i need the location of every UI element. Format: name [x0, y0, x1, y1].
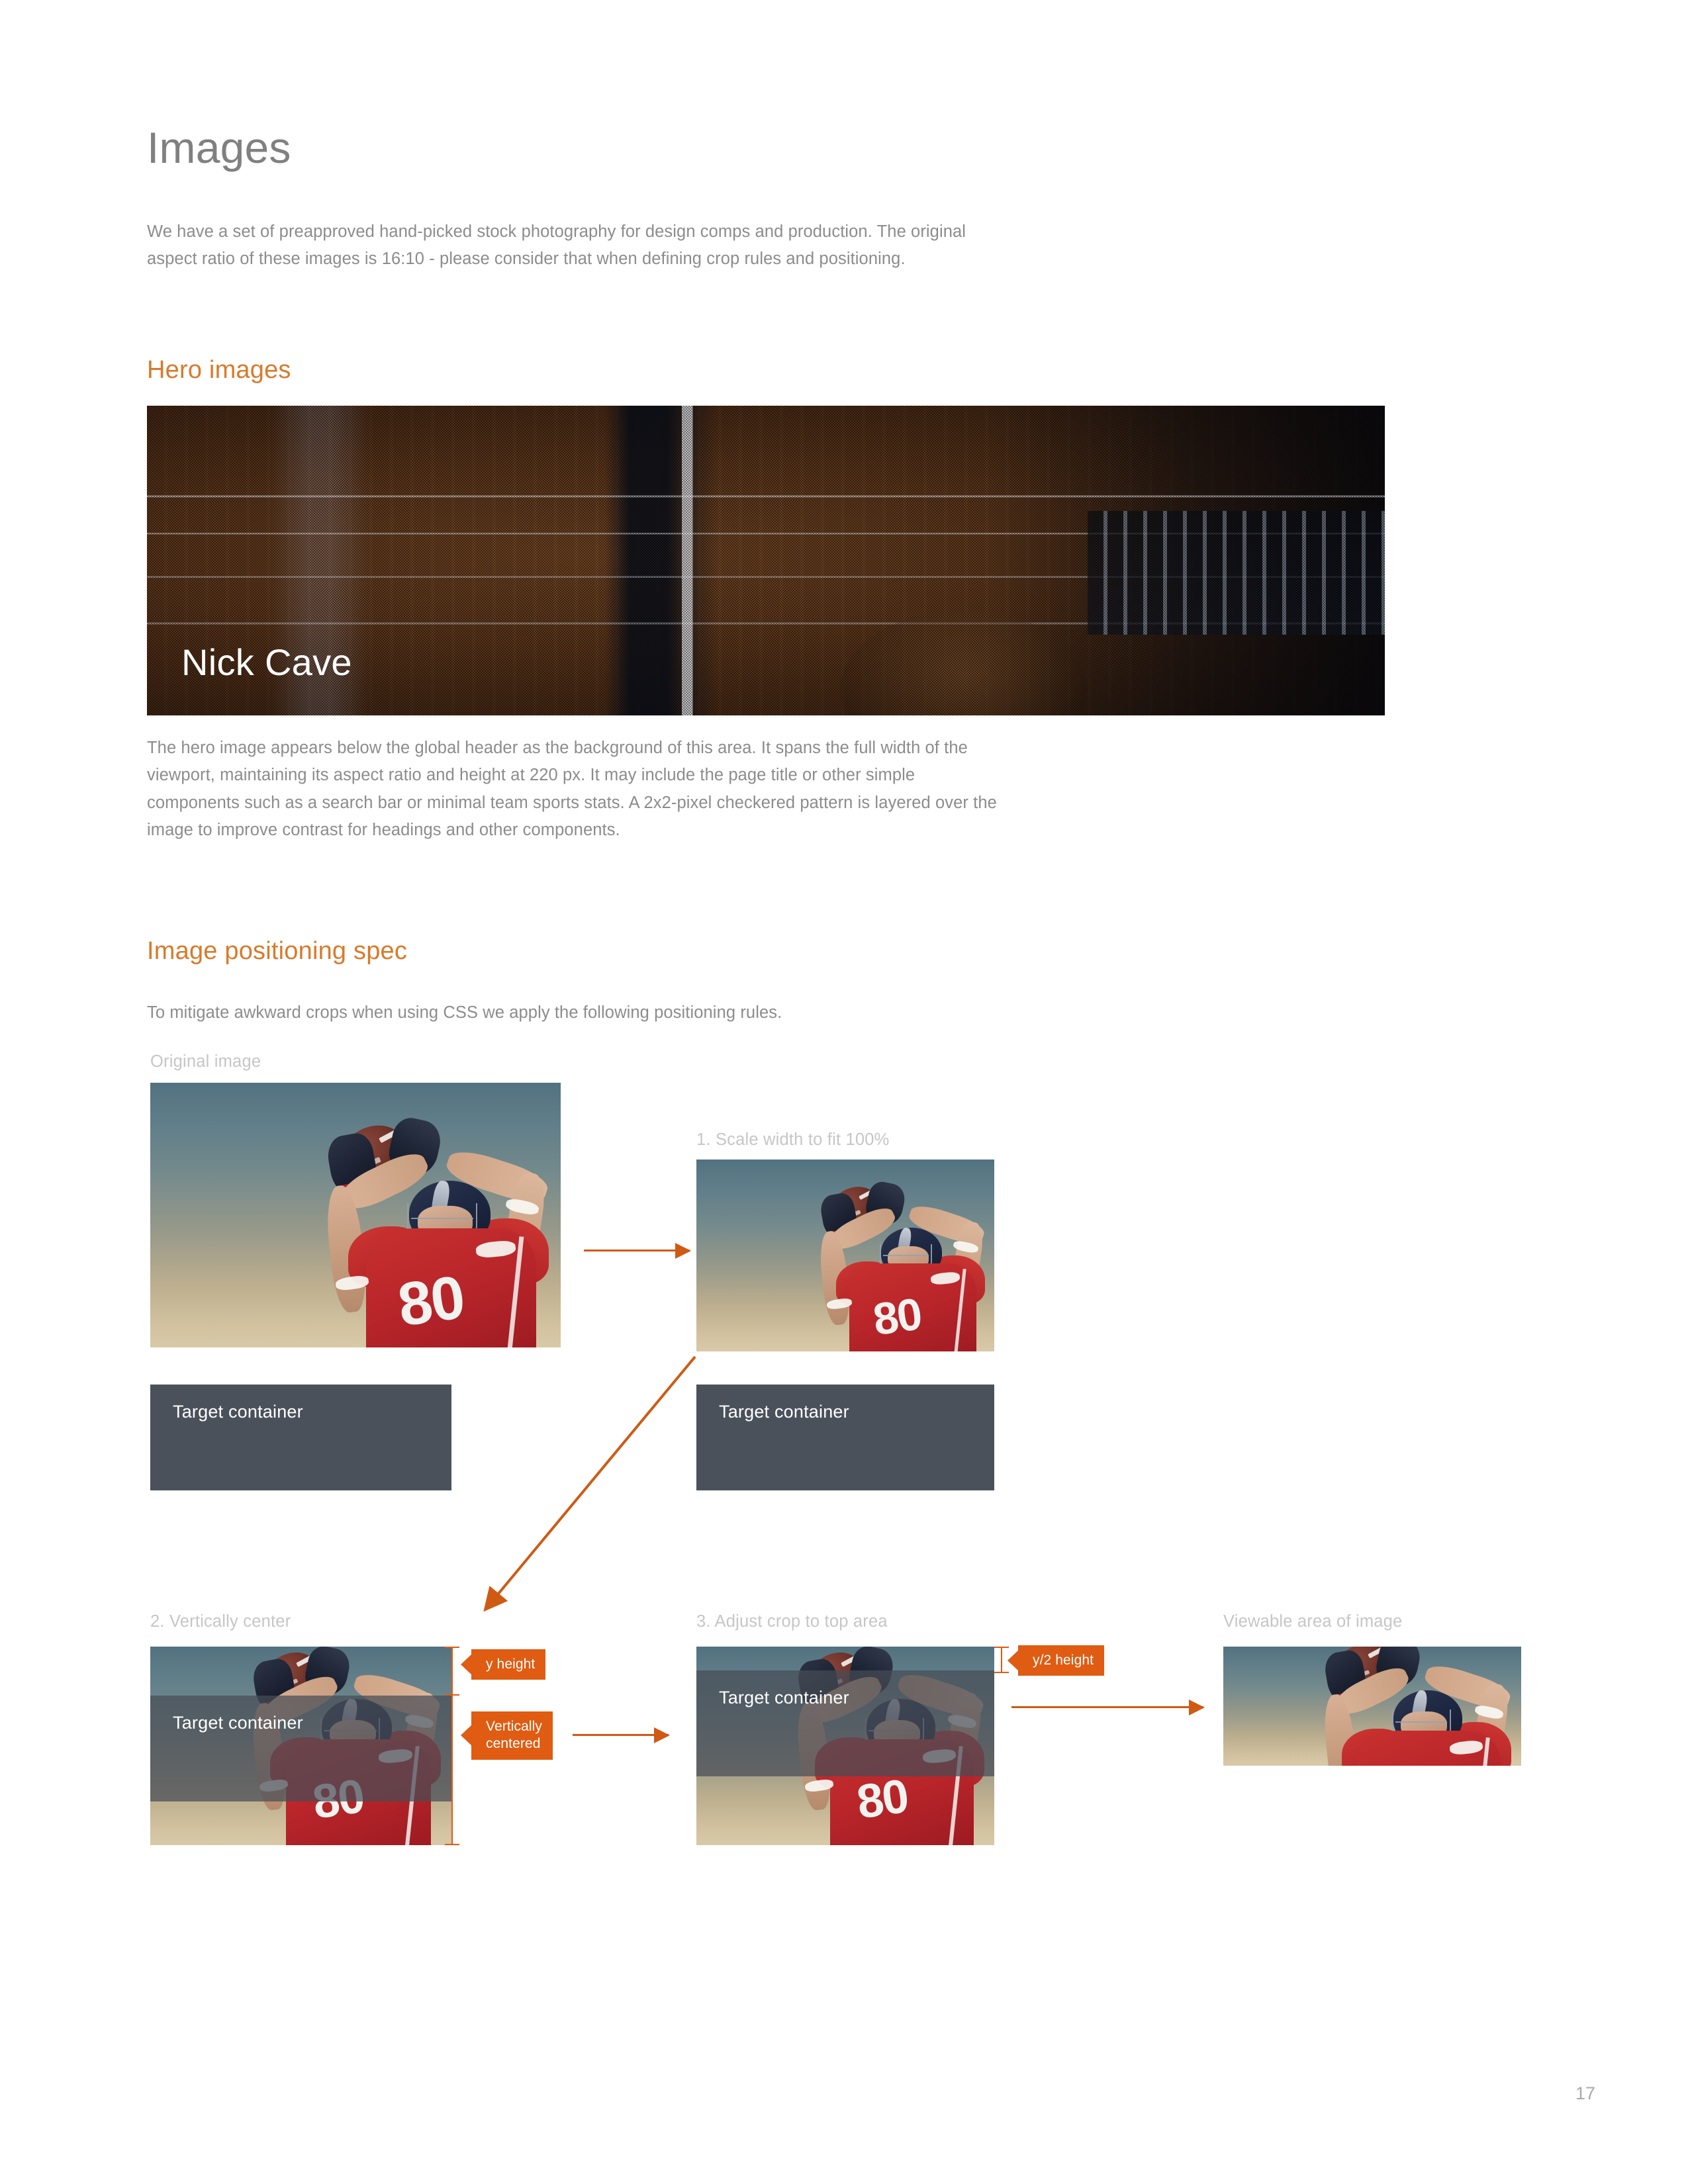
target-container-step1: Target container: [696, 1385, 994, 1490]
target-container-label: Target container: [719, 1688, 849, 1707]
page-title: Images: [147, 123, 291, 172]
hero-image-title: Nick Cave: [181, 641, 352, 683]
section-heading-hero-images: Hero images: [147, 356, 291, 384]
badge-vertically-centered: Vertically centered: [471, 1711, 553, 1760]
dimension-tick-top-step2: [445, 1647, 459, 1648]
photo-viewable-area-result: 80: [1223, 1647, 1521, 1766]
dimension-tick-bottom-step3: [994, 1672, 1009, 1673]
page-number: 17: [1575, 2083, 1595, 2103]
dimension-tick-mid-step2: [445, 1694, 459, 1696]
arrow-original-to-step1: [584, 1250, 690, 1251]
badge-y-half-height: y/2 height: [1018, 1645, 1105, 1676]
photo-content: 80: [696, 1160, 994, 1351]
arrow-step1-to-step2: [483, 1355, 696, 1612]
dimension-tick-bottom-step2: [445, 1844, 459, 1845]
photo-content: 80: [1223, 1647, 1521, 1766]
arrow-step2-to-step3: [573, 1734, 669, 1736]
photo-step3-crop-top: 80 Target container: [696, 1647, 994, 1845]
target-container-overlay-step2: Target container: [150, 1696, 451, 1801]
target-container-label: Target container: [719, 1402, 849, 1422]
caption-step2: 2. Vertically center: [150, 1612, 291, 1631]
dimension-line-step3: [1001, 1647, 1002, 1673]
photo-step2-vertically-centered: 80 Target container: [150, 1647, 451, 1845]
target-container-original: Target container: [150, 1385, 451, 1490]
spec-intro-paragraph: To mitigate awkward crops when using CSS…: [147, 1003, 782, 1022]
football-player: 80: [1265, 1647, 1521, 1766]
caption-original-image: Original image: [150, 1052, 261, 1071]
badge-y-height: y height: [471, 1649, 546, 1680]
section-heading-image-positioning-spec: Image positioning spec: [147, 937, 408, 965]
photo-step1-scaled: 80: [696, 1160, 994, 1351]
football-player: 80: [257, 1109, 561, 1347]
caption-viewable-area: Viewable area of image: [1223, 1612, 1403, 1631]
dimension-line-step2: [451, 1647, 453, 1845]
hero-description-paragraph: The hero image appears below the global …: [147, 739, 997, 839]
photo-content: 80: [150, 1083, 561, 1347]
jersey-number: 80: [393, 1263, 468, 1340]
football-player: 80: [768, 1175, 994, 1351]
arrow-step3-to-result: [1011, 1706, 1203, 1708]
target-container-label: Target container: [173, 1713, 303, 1733]
jersey-number: 80: [853, 1769, 911, 1829]
intro-paragraph: We have a set of preapproved hand-picked…: [147, 222, 966, 269]
caption-step1: 1. Scale width to fit 100%: [696, 1130, 890, 1149]
caption-step3: 3. Adjust crop to top area: [696, 1612, 888, 1631]
target-container-label: Target container: [173, 1402, 303, 1422]
hero-image: Nick Cave: [147, 406, 1385, 715]
document-page: Images We have a set of preapproved hand…: [0, 0, 1688, 2184]
jersey-number: 80: [870, 1289, 924, 1345]
photo-original-image: 80: [150, 1083, 561, 1347]
target-container-overlay-step3: Target container: [696, 1670, 994, 1776]
dimension-tick-top-step3: [994, 1647, 1009, 1648]
